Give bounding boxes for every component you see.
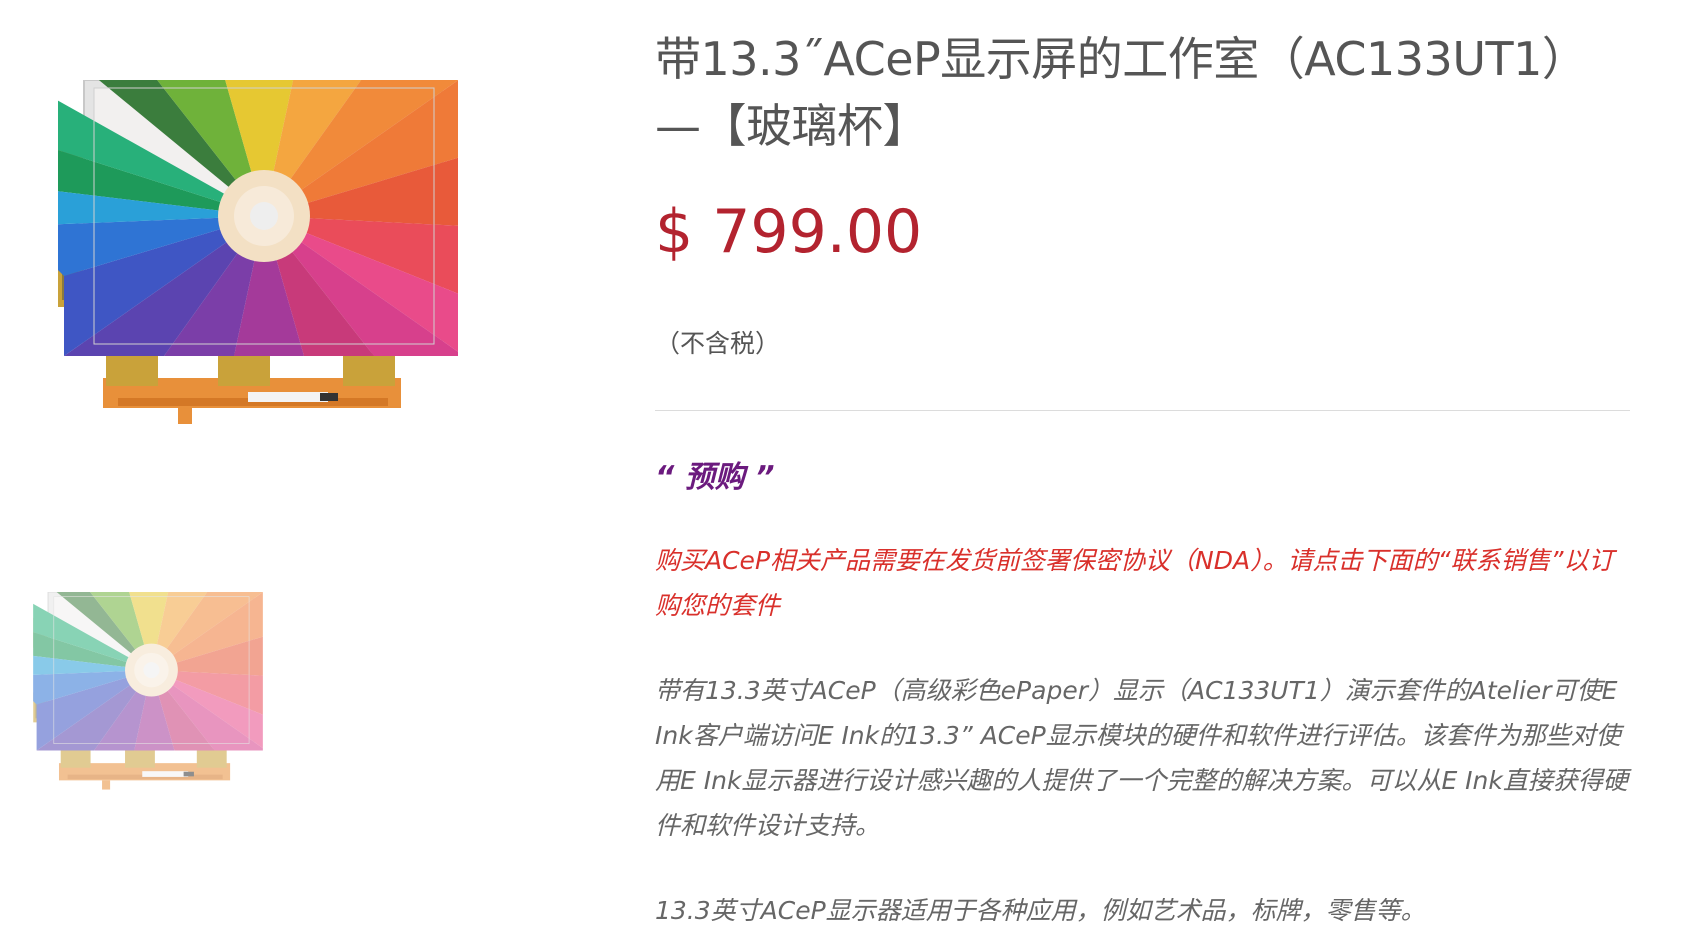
product-applications: 13.3英寸ACeP显示器适用于各种应用，例如艺术品，标牌，零售等。 bbox=[655, 896, 1426, 925]
nda-notice: 购买ACeP相关产品需要在发货前签署保密协议（NDA）。请点击下面的“联系销售”… bbox=[655, 546, 1614, 620]
acep-display-pencils-image bbox=[58, 80, 458, 430]
product-thumbnail[interactable] bbox=[33, 592, 263, 793]
tax-note: （不含税） bbox=[655, 329, 781, 358]
divider bbox=[655, 410, 1630, 411]
acep-display-pencils-thumbnail bbox=[33, 592, 263, 793]
product-price: $ 799.00 bbox=[655, 197, 923, 267]
product-description: 带有13.3英寸ACeP（高级彩色ePaper）显示（AC133UT1）演示套件… bbox=[655, 676, 1628, 840]
product-info: 带13.3˝ACeP显示屏的工作室（AC133UT1）—【玻璃杯】 $ 799.… bbox=[655, 0, 1635, 940]
preorder-label: “ 预购 ” bbox=[655, 460, 775, 495]
product-main-image[interactable] bbox=[58, 80, 458, 430]
product-gallery bbox=[0, 0, 560, 940]
product-title: 带13.3˝ACeP显示屏的工作室（AC133UT1）—【玻璃杯】 bbox=[655, 32, 1588, 153]
